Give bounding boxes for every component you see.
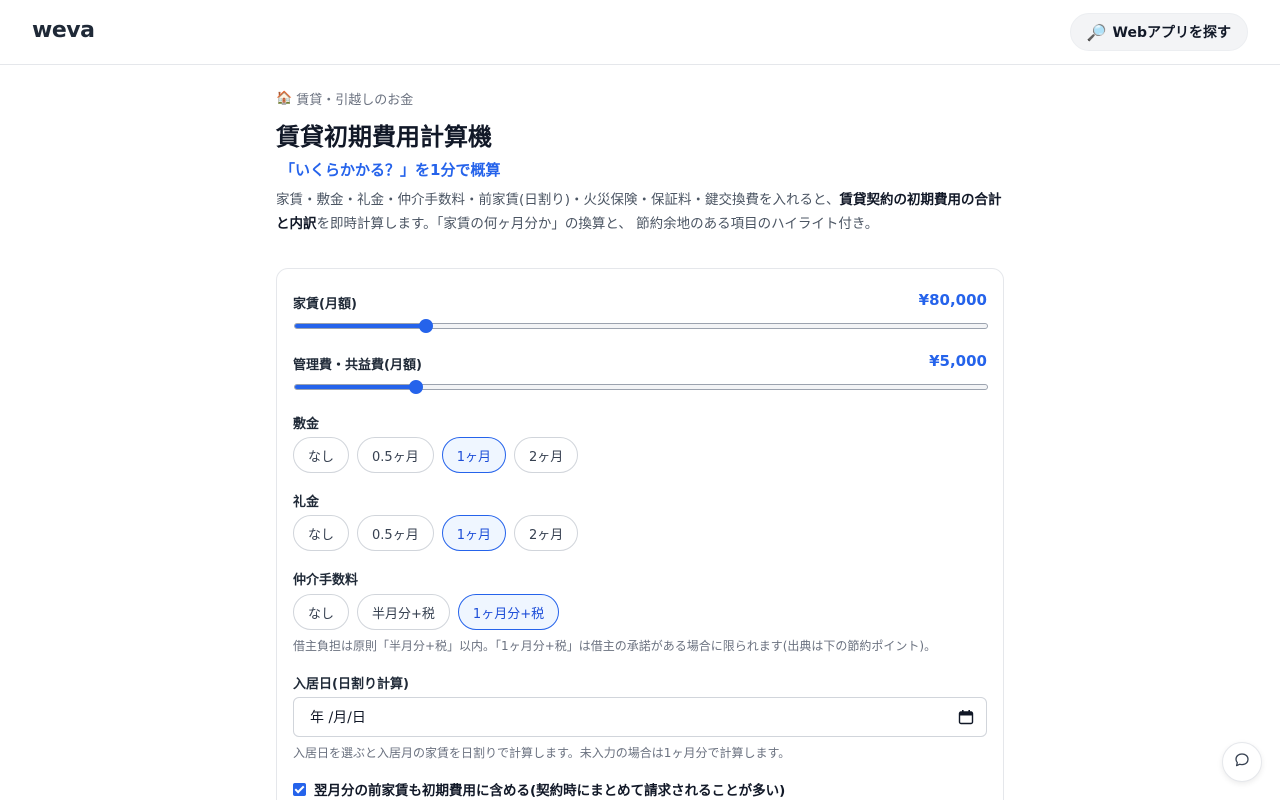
brokerage-option-1[interactable]: 半月分+税	[357, 594, 450, 630]
chat-bubble-icon	[1234, 752, 1250, 772]
key-money-option-1[interactable]: 0.5ヶ月	[357, 515, 434, 551]
key-money-option-0[interactable]: なし	[293, 515, 350, 551]
move-in-date-value: 年 /月/日	[310, 710, 366, 726]
chat-button[interactable]	[1222, 742, 1262, 782]
calendar-icon[interactable]	[958, 709, 974, 725]
magnifier-icon: 🔎	[1086, 22, 1107, 42]
key-money-label: 礼金	[293, 495, 320, 510]
rent-slider[interactable]	[294, 319, 988, 333]
brokerage-option-2[interactable]: 1ヶ月分+税	[457, 594, 560, 630]
rent-slider-fill	[295, 324, 427, 328]
deposit-option-0[interactable]: なし	[293, 437, 350, 473]
management-fee-slider-fill	[295, 385, 417, 389]
key-money-options: なし 0.5ヶ月 1ヶ月 2ヶ月	[293, 515, 579, 551]
page-title: 賃貸初期費用計算機	[276, 123, 492, 151]
house-icon: 🏠	[276, 91, 293, 106]
deposit-label: 敷金	[293, 417, 320, 432]
move-in-note: 入居日を選ぶと入居月の家賃を日割りで計算します。未入力の場合は1ヶ月分で計算しま…	[293, 746, 791, 760]
weva-logo[interactable]: weva	[32, 18, 95, 43]
rent-slider-thumb[interactable]	[419, 319, 434, 333]
management-fee-value: ¥5,000	[929, 352, 987, 370]
deposit-option-2[interactable]: 1ヶ月	[441, 437, 506, 473]
management-fee-slider-thumb[interactable]	[409, 380, 424, 394]
tagline: 「いくらかかる？」を1分で概算	[280, 161, 501, 179]
key-money-option-3[interactable]: 2ヶ月	[513, 515, 579, 551]
breadcrumb: 🏠 賃貸・引越しのお金	[276, 89, 413, 108]
move-in-label: 入居日(日割り計算)	[293, 677, 409, 692]
category-label[interactable]: 賃貸・引越しのお金	[296, 89, 413, 108]
brokerage-options: なし 半月分+税 1ヶ月分+税	[293, 594, 560, 630]
deposit-option-3[interactable]: 2ヶ月	[513, 437, 579, 473]
key-money-option-2[interactable]: 1ヶ月	[441, 515, 506, 551]
description-text-2: を即時計算します。「家賃の何ヶ月分か」の換算と、 節約余地のある項目のハイライト…	[316, 216, 879, 232]
description: 家賃・敷金・礼金・仲介手数料・前家賃(日割り)・火災保険・保証料・鍵交換費を入れ…	[276, 188, 1004, 236]
rent-value: ¥80,000	[918, 291, 987, 309]
top-bar: weva 🔎 Webアプリを探す	[0, 0, 1280, 65]
deposit-options: なし 0.5ヶ月 1ヶ月 2ヶ月	[293, 437, 579, 473]
brokerage-label: 仲介手数料	[293, 573, 359, 588]
deposit-option-1[interactable]: 0.5ヶ月	[357, 437, 434, 473]
management-fee-slider[interactable]	[294, 380, 988, 394]
calculator-form: 家賃(月額) ¥80,000 管理費・共益費(月額) ¥5,000 敷金 なし 0…	[276, 268, 1004, 800]
next-month-rent-label: 翌月分の前家賃も初期費用に含める(契約時にまとめて請求されることが多い)	[314, 783, 786, 799]
move-in-date-input[interactable]: 年 /月/日	[293, 697, 987, 737]
management-fee-label: 管理費・共益費(月額)	[293, 358, 422, 373]
explore-apps-label: Webアプリを探す	[1112, 25, 1231, 41]
next-month-rent-option[interactable]: 翌月分の前家賃も初期費用に含める(契約時にまとめて請求されることが多い)	[293, 779, 785, 799]
next-month-rent-checkbox[interactable]	[293, 782, 306, 796]
explore-apps-button[interactable]: 🔎 Webアプリを探す	[1069, 13, 1248, 51]
brokerage-option-0[interactable]: なし	[293, 594, 350, 630]
brokerage-note: 借主負担は原則「半月分+税」以内。「1ヶ月分+税」は借主の承諾がある場合に限られ…	[293, 639, 937, 653]
rent-label: 家賃(月額)	[293, 297, 357, 312]
description-text-1: 家賃・敷金・礼金・仲介手数料・前家賃(日割り)・火災保険・保証料・鍵交換費を入れ…	[276, 192, 840, 208]
